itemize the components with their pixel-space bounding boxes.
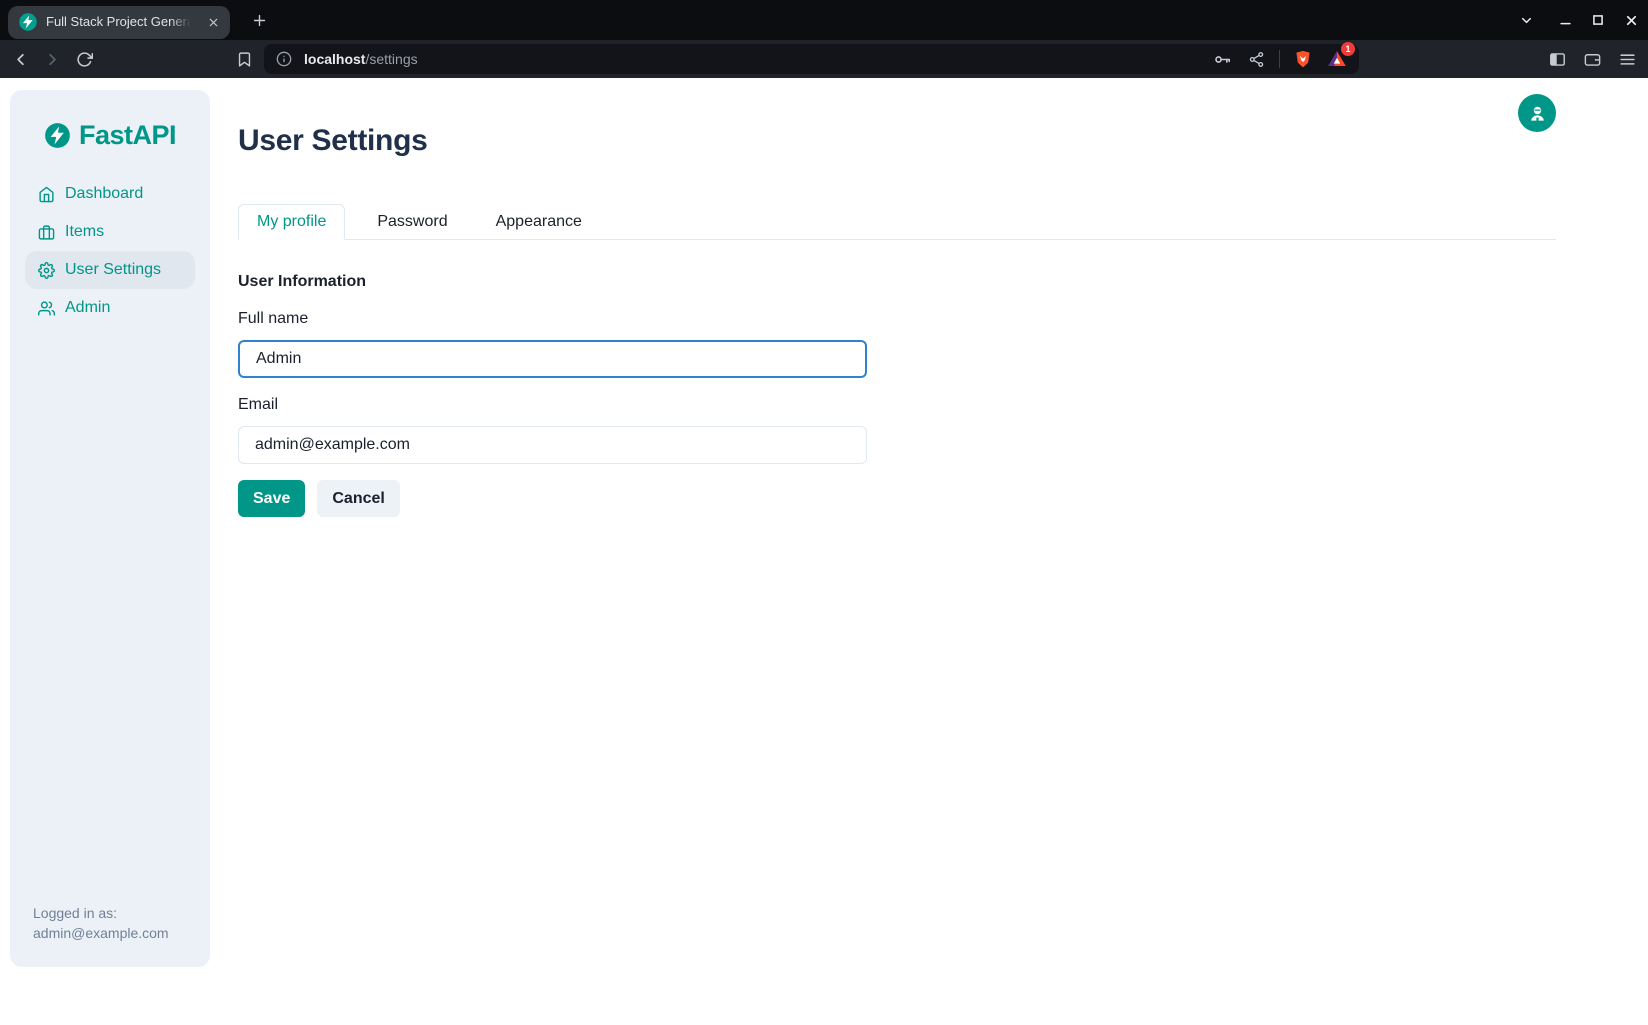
fastapi-favicon-icon bbox=[18, 12, 38, 32]
full-name-input[interactable] bbox=[238, 340, 867, 378]
minimize-button[interactable] bbox=[1552, 7, 1578, 33]
user-avatar-button[interactable] bbox=[1518, 94, 1556, 132]
tab-close-icon[interactable] bbox=[204, 13, 222, 31]
sidebar-item-label: User Settings bbox=[65, 261, 161, 279]
cancel-button[interactable]: Cancel bbox=[317, 480, 399, 517]
bookmark-icon[interactable] bbox=[230, 45, 258, 73]
sidebar-nav: Dashboard Items User Settings Admin bbox=[10, 175, 210, 327]
sidebar-item-admin[interactable]: Admin bbox=[25, 289, 195, 327]
tab-password[interactable]: Password bbox=[361, 205, 463, 239]
tab-strip: Full Stack Project Genera bbox=[0, 0, 1648, 40]
rewards-badge: 1 bbox=[1341, 42, 1355, 56]
form-actions: Save Cancel bbox=[238, 480, 1556, 517]
logged-in-email: admin@example.com bbox=[33, 923, 198, 943]
gear-icon bbox=[38, 262, 55, 279]
browser-window: Full Stack Project Genera bbox=[0, 0, 1648, 1025]
page-title: User Settings bbox=[238, 124, 1556, 158]
logo-text: FastAPI bbox=[79, 120, 176, 151]
tab-title-fade bbox=[170, 14, 196, 31]
forward-button[interactable] bbox=[38, 45, 66, 73]
menu-icon[interactable] bbox=[1614, 46, 1640, 72]
site-info-icon[interactable] bbox=[276, 51, 292, 67]
sidebar-footer: Logged in as: admin@example.com bbox=[10, 903, 210, 967]
tab-my-profile[interactable]: My profile bbox=[238, 204, 345, 240]
close-window-button[interactable] bbox=[1618, 7, 1644, 33]
share-icon[interactable] bbox=[1244, 47, 1268, 71]
save-button[interactable]: Save bbox=[238, 480, 305, 517]
email-input[interactable] bbox=[238, 426, 867, 464]
brave-shield-icon[interactable] bbox=[1291, 47, 1315, 71]
main-content: User Settings My profile Password Appear… bbox=[210, 78, 1648, 1025]
tab-search-chevron-icon[interactable] bbox=[1513, 7, 1539, 33]
page-content: FastAPI Dashboard Items User Settings bbox=[0, 78, 1648, 1025]
url-host: localhost bbox=[304, 51, 365, 67]
astronaut-icon bbox=[1527, 103, 1548, 124]
address-bar[interactable]: localhost/settings bbox=[264, 44, 1359, 74]
wallet-icon[interactable] bbox=[1579, 46, 1605, 72]
sidebar-toggle-icon[interactable] bbox=[1544, 46, 1570, 72]
new-tab-button[interactable] bbox=[246, 7, 272, 33]
back-button[interactable] bbox=[6, 45, 34, 73]
briefcase-icon bbox=[38, 224, 55, 241]
sidebar-item-items[interactable]: Items bbox=[25, 213, 195, 251]
email-label: Email bbox=[238, 396, 1556, 414]
reload-button[interactable] bbox=[70, 45, 98, 73]
toolbar-right bbox=[1544, 46, 1640, 72]
sidebar-item-label: Items bbox=[65, 223, 104, 241]
home-icon bbox=[38, 186, 55, 203]
lightning-icon bbox=[44, 122, 71, 149]
browser-tab[interactable]: Full Stack Project Genera bbox=[8, 6, 230, 39]
sidebar-item-label: Admin bbox=[65, 299, 110, 317]
browser-toolbar: localhost/settings bbox=[0, 40, 1648, 78]
logged-in-as-label: Logged in as: bbox=[33, 903, 198, 923]
fastapi-logo: FastAPI bbox=[44, 120, 176, 151]
settings-tabs: My profile Password Appearance bbox=[238, 204, 1556, 240]
sidebar-item-dashboard[interactable]: Dashboard bbox=[25, 175, 195, 213]
users-icon bbox=[38, 300, 55, 317]
tab-appearance[interactable]: Appearance bbox=[480, 205, 598, 239]
url-path: /settings bbox=[365, 51, 417, 67]
maximize-button[interactable] bbox=[1585, 7, 1611, 33]
full-name-label: Full name bbox=[238, 310, 1556, 328]
sidebar-item-label: Dashboard bbox=[65, 185, 143, 203]
key-icon[interactable] bbox=[1210, 47, 1234, 71]
section-title: User Information bbox=[238, 273, 1556, 291]
url-text: localhost/settings bbox=[304, 51, 418, 67]
sidebar: FastAPI Dashboard Items User Settings bbox=[10, 90, 210, 967]
sidebar-item-user-settings[interactable]: User Settings bbox=[25, 251, 195, 289]
profile-panel: User Information Full name Email Save Ca… bbox=[238, 273, 1556, 517]
toolbar-divider bbox=[1279, 50, 1280, 68]
window-controls bbox=[1513, 7, 1648, 33]
brave-rewards-button[interactable]: 1 bbox=[1325, 47, 1349, 71]
